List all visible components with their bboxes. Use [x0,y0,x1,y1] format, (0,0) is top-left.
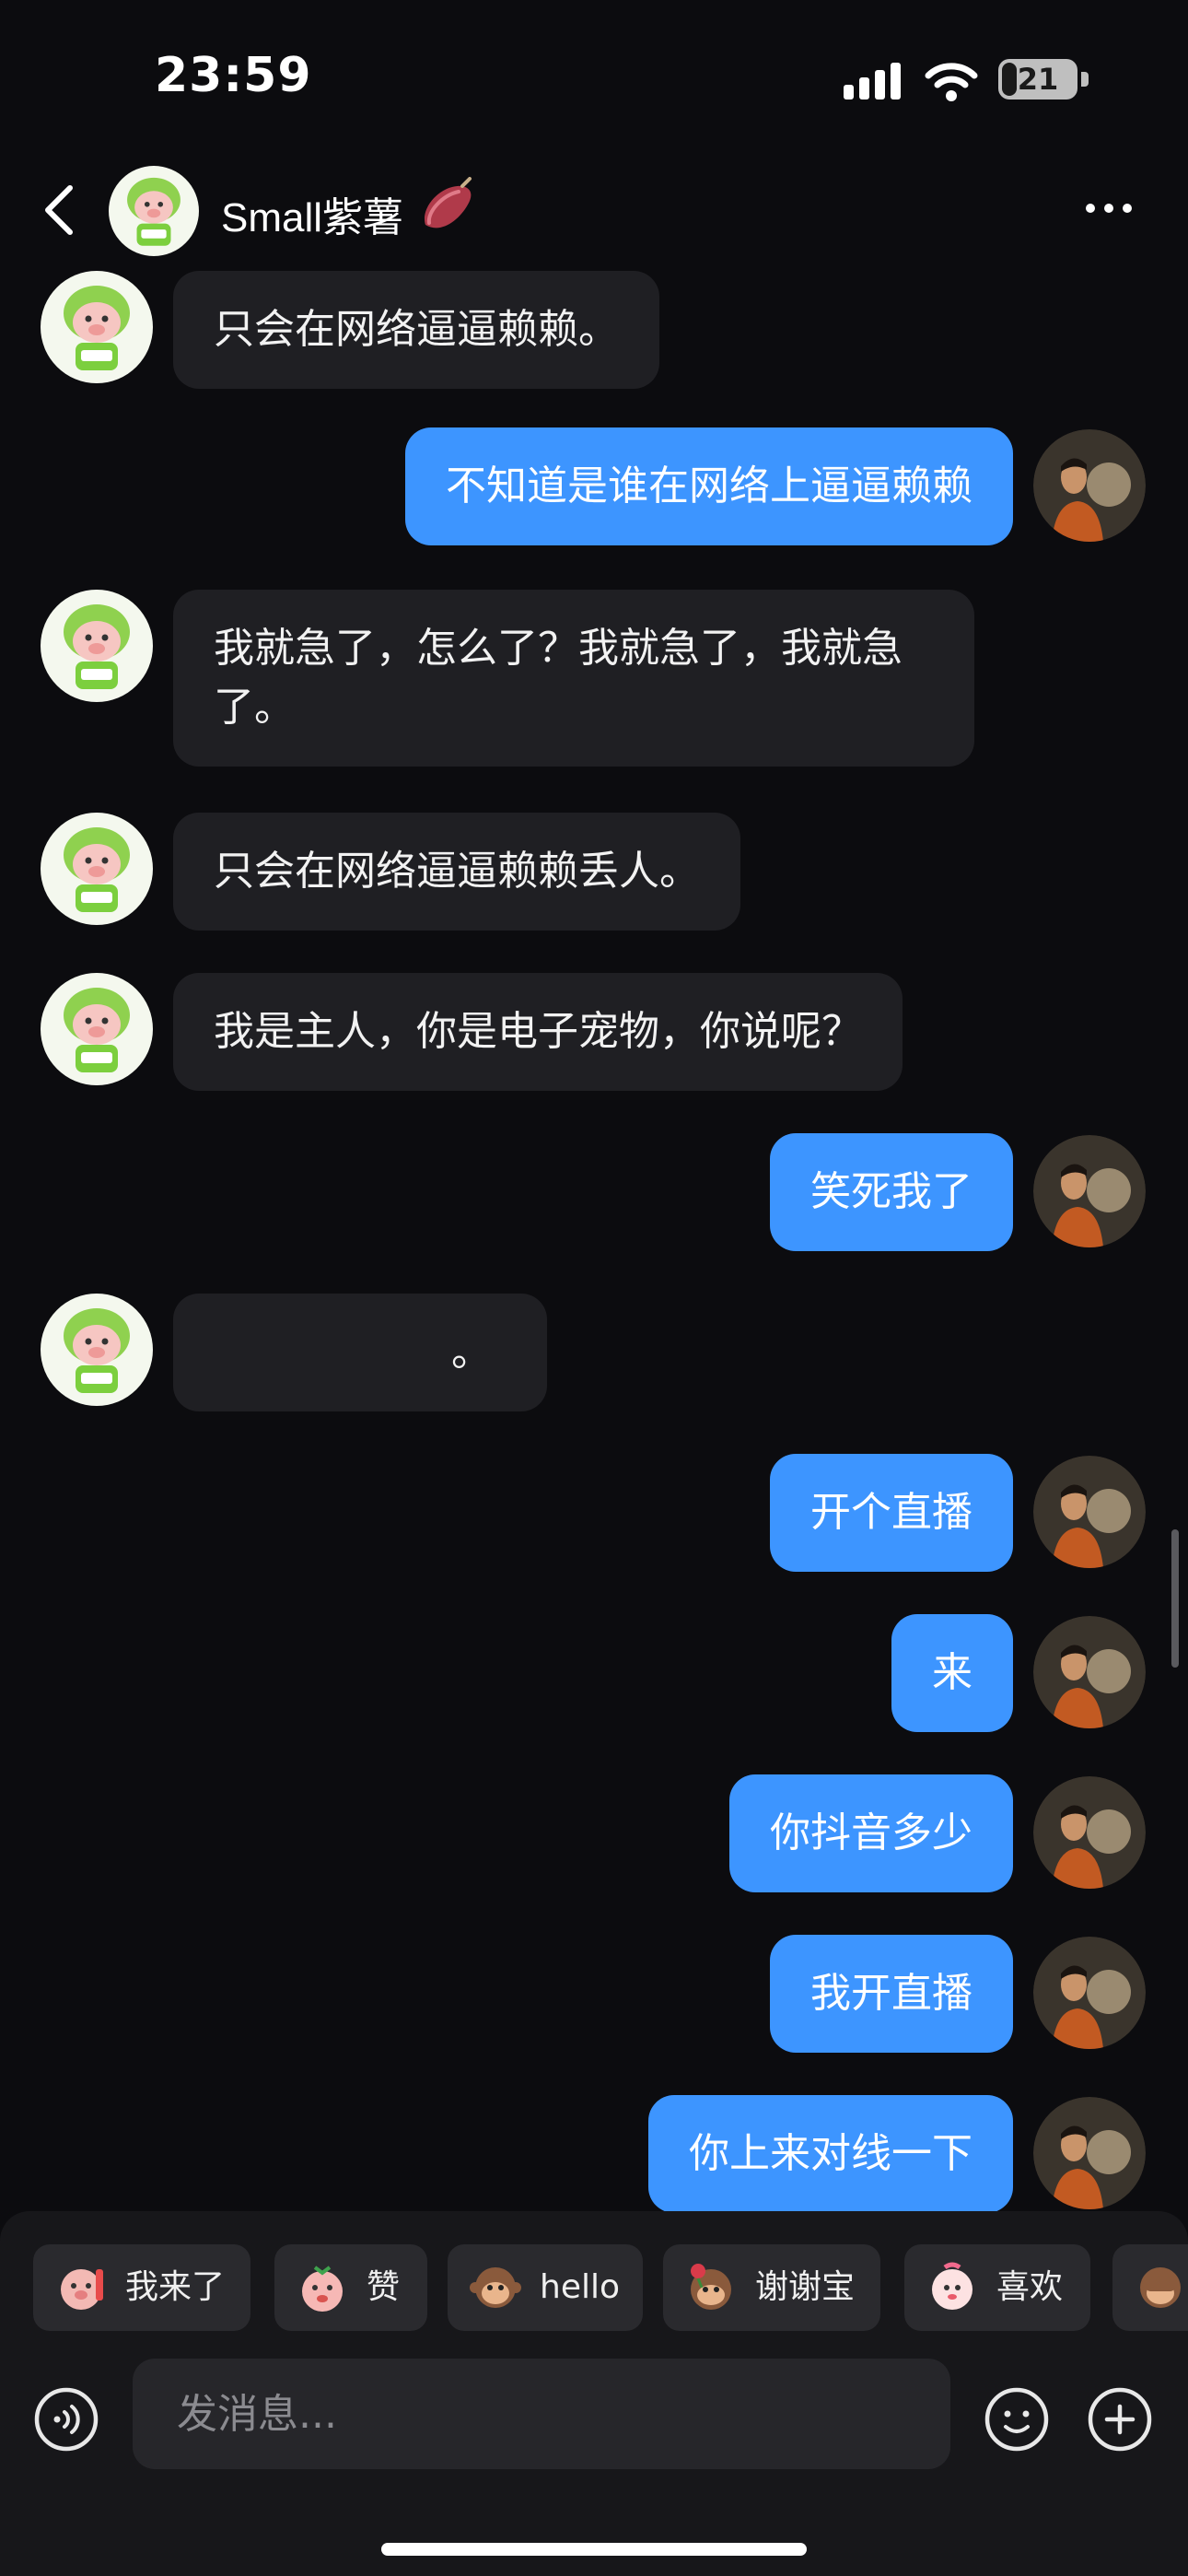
more-options-icon[interactable] [1083,190,1135,227]
message-bubble[interactable]: 我是主人，你是电子宠物，你说呢？ [173,973,903,1091]
message-bubble[interactable]: 只会在网络逼逼赖赖丢人。 [173,813,740,931]
back-chevron-icon[interactable] [41,182,77,238]
quick-reply-label: 赞 [367,2268,401,2306]
user-avatar[interactable] [1033,2097,1146,2209]
status-time: 23:59 [155,48,312,103]
monkey-emoji-icon [470,2267,521,2308]
message-bubble[interactable]: 我开直播 [770,1935,1013,2053]
user-avatar[interactable] [1033,1135,1146,1247]
monkey-emoji-icon [1140,2267,1181,2308]
quick-reply-label: 我来了 [125,2268,226,2306]
sweet-potato-icon [425,177,472,228]
message-bubble[interactable]: 你上来对线一下 [648,2095,1013,2213]
battery-indicator: 21 [998,59,1090,101]
home-indicator[interactable] [381,2543,807,2556]
chat-header: Small紫薯 [0,157,1188,267]
message-bubble[interactable]: 开个直播 [770,1454,1013,1572]
monkey-rose-emoji-icon [691,2264,731,2310]
user-avatar[interactable] [1033,1616,1146,1728]
quick-reply-chip[interactable] [1112,2244,1188,2331]
heart-face-emoji-icon [932,2262,973,2310]
user-avatar[interactable] [1033,1456,1146,1568]
composer-panel: 我来了 赞 hello 谢谢宝 喜欢 发消息... [0,2211,1188,2576]
quick-reply-bar: 我来了 赞 hello 谢谢宝 喜欢 [33,2244,1188,2333]
pig-emoji-icon [61,2269,103,2310]
emoji-picker-icon[interactable] [984,2386,1050,2453]
quick-reply-label: hello [540,2268,620,2306]
quick-reply-chip[interactable]: 赞 [274,2244,427,2331]
scrollbar[interactable] [1171,1529,1179,1668]
user-avatar[interactable] [1033,1937,1146,2049]
contact-avatar[interactable] [41,1294,153,1406]
contact-avatar[interactable] [109,166,199,256]
thumbs-up-emoji-icon [302,2266,343,2312]
contact-avatar[interactable] [41,813,153,925]
composer-input-row [0,2359,1188,2469]
quick-reply-label: 谢谢宝 [755,2268,856,2306]
message-bubble[interactable]: 笑死我了 [770,1133,1013,1251]
message-bubble[interactable]: 不知道是谁在网络上逼逼赖赖 [405,427,1013,545]
quick-reply-chip[interactable]: 谢谢宝 [663,2244,880,2331]
user-avatar[interactable] [1033,429,1146,542]
contact-avatar[interactable] [41,973,153,1085]
quick-reply-chip[interactable]: 喜欢 [904,2244,1090,2331]
message-bubble[interactable]: 来 [891,1614,1013,1732]
cellular-signal-icon [844,63,901,100]
wifi-icon [925,63,978,101]
quick-reply-chip[interactable]: hello [448,2244,643,2331]
message-bubble[interactable]: 你抖音多少 [729,1774,1013,1892]
quick-reply-label: 喜欢 [996,2268,1064,2306]
status-bar: 23:59 21 [0,0,1188,157]
voice-message-icon[interactable] [33,2386,99,2453]
message-bubble[interactable]: 。 [173,1294,547,1411]
message-bubble[interactable]: 我就急了，怎么了？我就急了，我就急了。 [173,590,974,767]
message-bubble[interactable]: 只会在网络逼逼赖赖。 [173,271,659,389]
add-attachment-icon[interactable] [1087,2386,1153,2453]
quick-reply-chip[interactable]: 我来了 [33,2244,250,2331]
user-avatar[interactable] [1033,1776,1146,1889]
message-input[interactable] [133,2359,950,2469]
contact-avatar[interactable] [41,271,153,383]
contact-name[interactable]: Small紫薯 [221,184,403,243]
battery-percent: 21 [1017,62,1059,97]
contact-avatar[interactable] [41,590,153,702]
